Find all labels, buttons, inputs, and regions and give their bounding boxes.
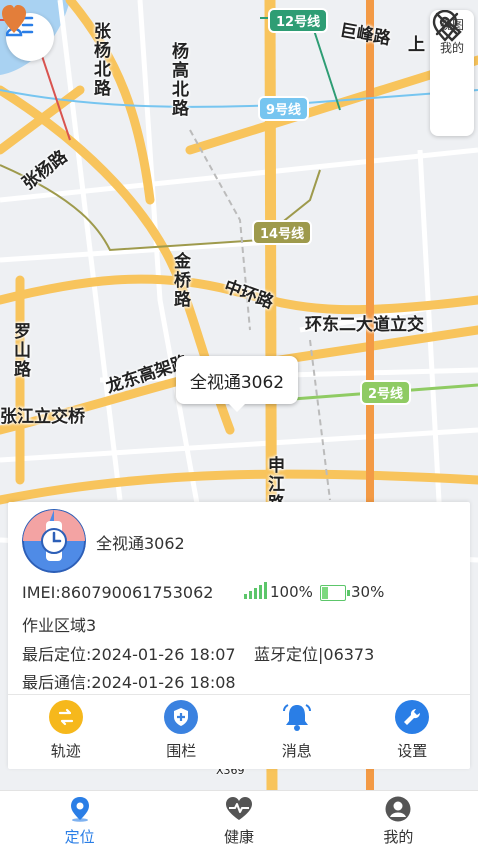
settings-label: 设置: [397, 742, 428, 760]
divider: [8, 694, 470, 695]
metro-badge: 2号线: [360, 380, 412, 405]
tab-mine-label: 我的: [383, 827, 414, 846]
device-name: 全视通3062: [96, 534, 185, 553]
bell-icon: [280, 700, 314, 734]
signal-value: 100%: [270, 583, 313, 601]
device-marker-icon[interactable]: [0, 0, 28, 34]
device-callout[interactable]: 全视通3062: [176, 356, 298, 412]
message-button[interactable]: 消息: [239, 700, 355, 761]
road-label: 罗山路: [10, 322, 30, 379]
watch-avatar-icon: [22, 509, 86, 573]
road-label: 环东二大道立交: [305, 315, 424, 335]
wrench-icon: [395, 700, 430, 734]
tab-location[interactable]: 定位: [0, 791, 159, 851]
track-button[interactable]: 轨迹: [8, 700, 124, 761]
bluetooth-location-text: 蓝牙定位|06373: [254, 645, 375, 664]
tab-location-label: 定位: [64, 827, 95, 846]
tab-health-label: 健康: [223, 827, 254, 846]
metro-badge: 14号线: [252, 220, 313, 245]
battery-value: 30%: [351, 583, 385, 601]
fence-icon: [164, 700, 199, 734]
metro-badge: 12号线: [268, 8, 329, 33]
fence-label: 围栏: [166, 742, 197, 760]
metro-badge: 9号线: [258, 96, 310, 121]
action-bar: 轨迹 围栏 消息 设置: [8, 700, 470, 761]
tab-mine[interactable]: 我的: [319, 791, 478, 851]
device-card: 全视通3062 IMEI:860790061753062 100% 30% 作业…: [8, 502, 470, 769]
zone-text: 作业区域3: [22, 616, 97, 635]
road-label: 金桥路: [170, 252, 190, 309]
bottom-tab-bar: 定位 健康 我的: [0, 790, 478, 851]
person-icon: [385, 796, 411, 821]
track-icon: [48, 700, 83, 734]
signal-icon: [244, 582, 267, 599]
last-communication-text: 最后通信:2024-01-26 18:08: [22, 673, 236, 692]
imei-text: IMEI:860790061753062: [22, 583, 214, 602]
tab-health[interactable]: 健康: [159, 791, 318, 851]
last-location-text: 最后定位:2024-01-26 18:07: [22, 645, 236, 664]
battery-icon: [320, 585, 350, 601]
location-pin-icon: [432, 10, 458, 42]
road-label: 张杨北路: [90, 22, 110, 98]
fence-button[interactable]: 围栏: [124, 700, 240, 761]
location-pin-icon: [70, 796, 89, 822]
map-tools: 视图 我的: [430, 10, 474, 136]
road-label: 杨高北路: [168, 42, 188, 118]
message-label: 消息: [281, 742, 312, 760]
road-label: 张江立交桥: [0, 407, 85, 427]
track-label: 轨迹: [50, 742, 81, 760]
heart-pulse-icon: [225, 796, 252, 820]
road-label: 上: [408, 35, 425, 55]
settings-button[interactable]: 设置: [355, 700, 471, 761]
